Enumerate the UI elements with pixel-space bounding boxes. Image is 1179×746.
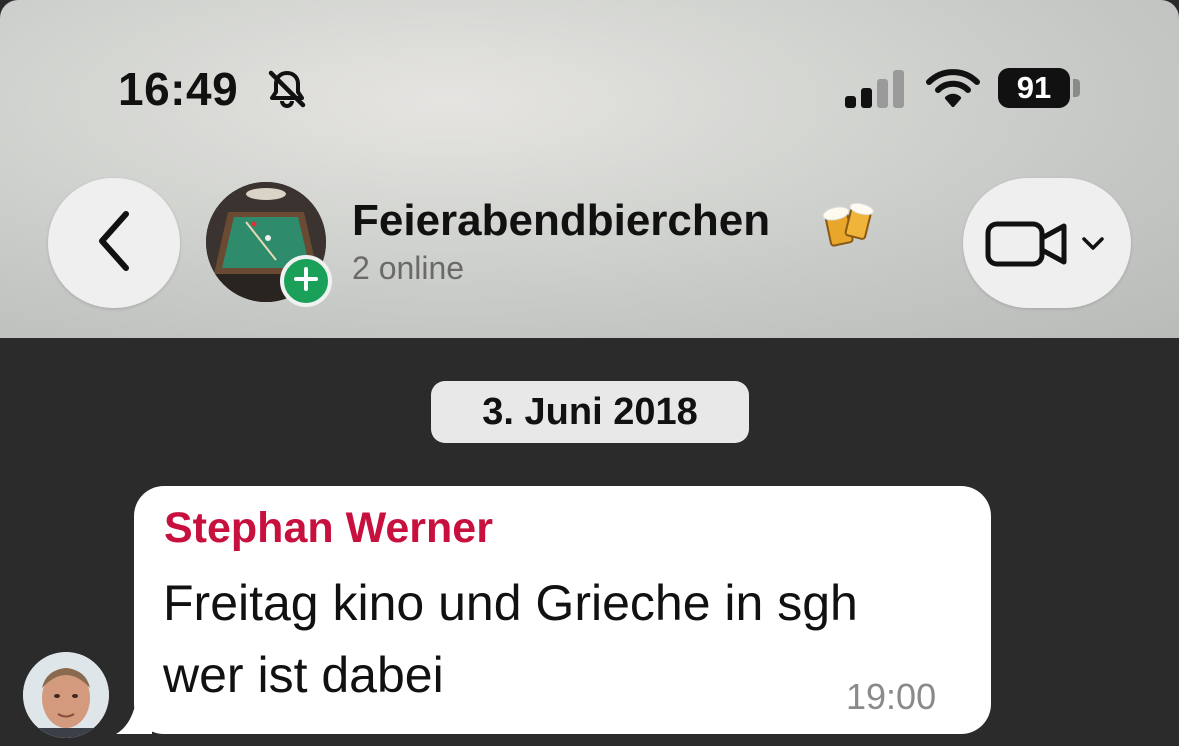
add-member-badge[interactable] bbox=[280, 255, 332, 307]
back-button[interactable] bbox=[48, 178, 180, 308]
video-camera-icon bbox=[985, 218, 1069, 275]
beer-mugs-emoji bbox=[822, 200, 878, 255]
chevron-left-icon bbox=[94, 210, 134, 277]
bell-slash-icon bbox=[266, 68, 308, 115]
cellular-signal-icon bbox=[845, 70, 907, 115]
message-text-line: Freitag kino und Grieche in sgh bbox=[163, 575, 858, 631]
battery-tip bbox=[1073, 79, 1080, 97]
status-time: 16:49 bbox=[118, 63, 239, 115]
wifi-icon bbox=[925, 68, 981, 113]
message-timestamp: 19:00 bbox=[846, 676, 937, 717]
date-separator: 3. Juni 2018 bbox=[431, 381, 749, 443]
battery-icon: 91 bbox=[998, 68, 1070, 108]
message-text-line: wer ist dabei bbox=[163, 647, 444, 703]
plus-icon bbox=[293, 266, 319, 297]
chevron-down-icon bbox=[1081, 236, 1105, 257]
sender-avatar[interactable] bbox=[23, 652, 109, 738]
message-sender[interactable]: Stephan Werner bbox=[164, 504, 493, 553]
video-call-button[interactable] bbox=[963, 178, 1131, 308]
online-status: 2 online bbox=[352, 250, 465, 286]
group-name[interactable]: Feierabendbierchen bbox=[352, 196, 770, 246]
battery-level: 91 bbox=[1016, 70, 1052, 105]
sender-photo bbox=[23, 652, 109, 738]
